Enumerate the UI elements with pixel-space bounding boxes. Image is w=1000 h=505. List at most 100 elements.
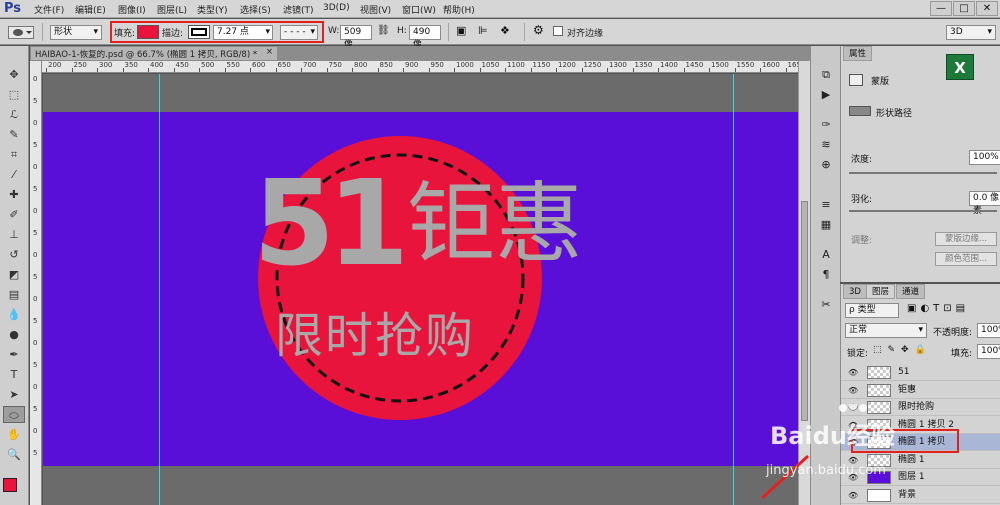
canvas-area[interactable]: 51 钜惠 限时抢购 [43, 74, 798, 505]
marquee-tool-icon[interactable]: ⬚ [3, 86, 25, 103]
tab-channels[interactable]: 通道 [896, 284, 926, 299]
minimize-button[interactable]: — [930, 1, 952, 16]
history-brush-tool-icon[interactable]: ↺ [3, 246, 25, 263]
document-tab[interactable]: HAIBAO-1-恢复的.psd @ 66.7% (椭圆 1 拷贝, RGB/8… [30, 46, 278, 61]
feather-input[interactable]: 0.0 像素 [969, 191, 1000, 216]
crop-tool-icon[interactable]: ⌗ [3, 146, 25, 163]
tab-3d[interactable]: 3D [843, 284, 867, 299]
stroke-type-select[interactable]: - - - - ▾ [280, 25, 318, 40]
vertical-scrollbar[interactable] [798, 61, 810, 505]
ellipse-tool-preset-icon[interactable] [8, 26, 34, 39]
eye-icon[interactable]: 👁 [848, 469, 858, 486]
layer-row[interactable]: 👁 椭圆 1 拷贝 [841, 434, 1000, 451]
gradient-tool-icon[interactable]: ▤ [3, 286, 25, 303]
path-alignment-icon[interactable]: ⊫ [478, 24, 488, 37]
history-panel-icon[interactable]: ⧉ [816, 66, 836, 84]
clone-stamp-tool-icon[interactable]: ⊥ [3, 226, 25, 243]
healing-brush-tool-icon[interactable]: ✚ [3, 186, 25, 203]
density-input[interactable]: 100% [969, 150, 1000, 165]
stroke-color-swatch[interactable] [188, 25, 210, 39]
stroke-width-input[interactable]: 7.27 点 ▾ [213, 25, 273, 40]
layer-row[interactable]: 👁 背景 [841, 487, 1000, 504]
menu-window[interactable]: 窗口(W) [402, 3, 436, 16]
width-input[interactable]: 509 像 [340, 25, 372, 50]
path-select-tool-icon[interactable]: ➤ [3, 386, 25, 403]
artboard[interactable]: 51 钜惠 限时抢购 [43, 112, 798, 466]
actions-panel-icon[interactable]: ▶ [816, 86, 836, 104]
menu-filter[interactable]: 滤镜(T) [283, 3, 314, 16]
adjustments-icon[interactable]: ≡ [816, 196, 836, 214]
pen-tool-icon[interactable]: ✒ [3, 346, 25, 363]
eyedropper-tool-icon[interactable]: ⁄ [3, 166, 25, 183]
menu-3d[interactable]: 3D(D) [323, 3, 350, 13]
lock-icons[interactable]: ⬚✎✥🔒 [873, 345, 932, 355]
layer-kind-filter[interactable]: ρ 类型 [845, 303, 899, 318]
guide-line-left[interactable] [159, 74, 160, 505]
link-icon[interactable]: ⛓ [377, 25, 390, 36]
layer-row[interactable]: 👁 椭圆 1 拷贝 2 [841, 417, 1000, 434]
align-edges-checkbox[interactable] [553, 26, 563, 36]
move-tool-icon[interactable]: ✥ [3, 66, 25, 83]
hand-tool-icon[interactable]: ✋ [3, 426, 25, 443]
foreground-color-swatch[interactable] [3, 478, 17, 492]
menu-type[interactable]: 类型(Y) [197, 3, 228, 16]
tab-properties[interactable]: 属性 [843, 46, 873, 61]
styles-icon[interactable]: ▦ [816, 216, 836, 234]
tab-close-icon[interactable]: × [266, 47, 273, 57]
feather-slider[interactable] [849, 210, 997, 212]
layer-row[interactable]: 👁 钜惠 [841, 382, 1000, 399]
eye-icon[interactable]: 👁 [848, 399, 858, 416]
blur-tool-icon[interactable]: 💧 [3, 306, 25, 323]
quick-select-tool-icon[interactable]: ✎ [3, 126, 25, 143]
brush-tool-icon[interactable]: ✐ [3, 206, 25, 223]
menu-image[interactable]: 图像(I) [118, 3, 146, 16]
eye-icon[interactable]: 👁 [848, 487, 858, 504]
color-range-button[interactable]: 颜色范围... [935, 252, 997, 266]
character-panel-icon[interactable]: A [816, 246, 836, 264]
menu-select[interactable]: 选择(S) [240, 3, 271, 16]
eye-icon[interactable]: 👁 [848, 382, 858, 399]
height-input[interactable]: 490 像 [409, 25, 441, 50]
dodge-tool-icon[interactable]: ● [3, 326, 25, 343]
layer-row[interactable]: 👁 图层 1 [841, 469, 1000, 486]
zoom-tool-icon[interactable]: 🔍 [3, 446, 25, 463]
headline-text[interactable]: 钜惠 [407, 174, 583, 274]
layer-row[interactable]: 👁 限时抢购 [841, 399, 1000, 416]
density-slider[interactable] [849, 172, 997, 174]
workspace-select[interactable]: 3D ▾ [946, 25, 996, 40]
gear-icon[interactable]: ⚙ [533, 23, 544, 37]
eye-icon[interactable]: 👁 [848, 417, 858, 434]
restore-button[interactable]: □ [953, 1, 975, 16]
subline-text[interactable]: 限时抢购 [275, 308, 475, 364]
ellipse-tool-icon[interactable]: ⬭ [3, 406, 25, 423]
tab-layers[interactable]: 图层 [866, 284, 896, 299]
close-window-button[interactable]: ✕ [976, 1, 998, 16]
lasso-tool-icon[interactable]: ℒ [3, 106, 25, 123]
fill-color-swatch[interactable] [137, 25, 159, 39]
path-operations-icon[interactable]: ▣ [456, 24, 466, 37]
scroll-thumb[interactable] [801, 201, 808, 421]
headline-number[interactable]: 51 [253, 164, 409, 282]
menu-view[interactable]: 视图(V) [360, 3, 391, 16]
eye-icon[interactable]: 👁 [848, 452, 858, 469]
brush-presets-icon[interactable]: ✑ [816, 116, 836, 134]
type-tool-icon[interactable]: T [3, 366, 25, 383]
menu-file[interactable]: 文件(F) [34, 3, 64, 16]
menu-layer[interactable]: 图层(L) [157, 3, 187, 16]
brush-panel-icon[interactable]: ≋ [816, 136, 836, 154]
eraser-tool-icon[interactable]: ◩ [3, 266, 25, 283]
guide-line-right[interactable] [733, 74, 734, 505]
eye-icon[interactable]: 👁 [848, 364, 858, 381]
tool-mode-select[interactable]: 形状 ▾ [50, 25, 102, 40]
opacity-input[interactable]: 100% [977, 323, 1000, 338]
layer-row[interactable]: 👁 51 [841, 364, 1000, 381]
eye-icon[interactable]: 👁 [848, 434, 858, 451]
layer-filter-icons[interactable]: ▣◐T⊡▤ [907, 303, 969, 314]
layer-row[interactable]: 👁 椭圆 1 [841, 452, 1000, 469]
menu-help[interactable]: 帮助(H) [443, 3, 475, 16]
tools-preset-icon[interactable]: ✂ [816, 296, 836, 314]
path-arrangement-icon[interactable]: ❖ [500, 24, 510, 37]
fill-opacity-input[interactable]: 100% [977, 344, 1000, 359]
blend-mode-select[interactable]: 正常 ▾ [845, 323, 927, 338]
clone-source-icon[interactable]: ⊕ [816, 156, 836, 174]
